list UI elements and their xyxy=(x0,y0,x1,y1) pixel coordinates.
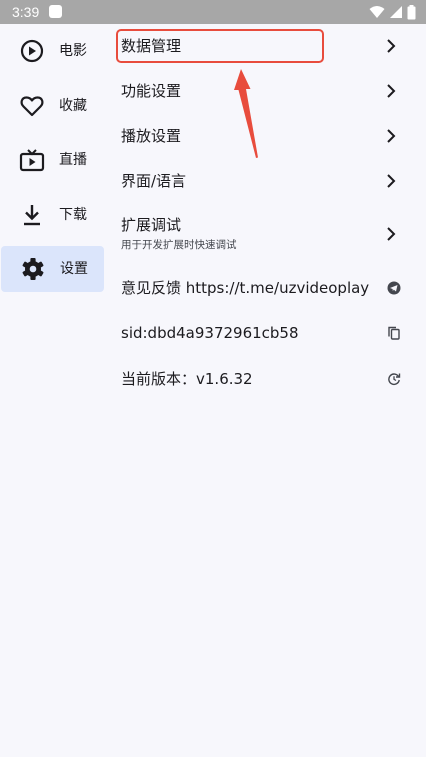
wifi-icon xyxy=(369,6,385,18)
navigation-rail: 电影 收藏 直播 下载 设置 xyxy=(0,24,104,757)
rail-item-live[interactable]: 直播 xyxy=(0,137,104,183)
chevron-right-icon xyxy=(387,227,396,241)
setting-title: sid:dbd4a9372961cb58 xyxy=(121,324,299,342)
rail-item-settings[interactable]: 设置 xyxy=(1,246,104,292)
setting-title: 功能设置 xyxy=(121,82,182,100)
rail-item-label: 电影 xyxy=(59,43,87,59)
setting-title: 扩展调试 xyxy=(121,216,182,234)
setting-sid[interactable]: sid:dbd4a9372961cb58 xyxy=(104,312,426,356)
setting-version[interactable]: 当前版本：v1.6.32 xyxy=(104,358,426,402)
copy-icon[interactable] xyxy=(387,326,401,340)
notification-icon xyxy=(49,5,62,18)
rail-item-label: 设置 xyxy=(60,261,88,277)
rail-item-favorites[interactable]: 收藏 xyxy=(0,83,104,129)
heart-icon xyxy=(20,96,44,117)
rail-item-label: 下载 xyxy=(59,207,87,223)
chevron-right-icon xyxy=(387,84,396,98)
annotation-highlight-box xyxy=(116,29,324,63)
chevron-right-icon xyxy=(387,129,396,143)
setting-ui-language[interactable]: 界面/语言 xyxy=(104,160,426,204)
setting-title: 播放设置 xyxy=(121,127,182,145)
signal-icon xyxy=(390,6,402,18)
download-icon xyxy=(24,205,40,226)
setting-function[interactable]: 功能设置 xyxy=(104,70,426,114)
gear-icon xyxy=(22,258,44,280)
refresh-clock-icon[interactable] xyxy=(387,372,401,386)
setting-subtitle: 用于开发扩展时快速调试 xyxy=(121,239,237,251)
chevron-right-icon xyxy=(387,39,396,53)
rail-item-label: 直播 xyxy=(59,152,87,168)
battery-icon xyxy=(407,4,416,19)
setting-title: 意见反馈 https://t.me/uzvideoplay xyxy=(121,279,370,297)
status-bar: 3:39 xyxy=(0,0,426,24)
tv-icon xyxy=(19,149,45,172)
system-icons xyxy=(369,4,416,20)
settings-list: 数据管理 功能设置 播放设置 界面/语言 扩展调试 用于开发扩展时快速调试 意见… xyxy=(104,24,426,757)
rail-item-downloads[interactable]: 下载 xyxy=(0,192,104,238)
rail-item-movies[interactable]: 电影 xyxy=(0,28,104,74)
rail-item-label: 收藏 xyxy=(59,98,87,114)
setting-title: 界面/语言 xyxy=(121,172,187,190)
play-circle-icon xyxy=(20,39,44,63)
chevron-right-icon xyxy=(387,174,396,188)
setting-title: 当前版本：v1.6.32 xyxy=(121,370,253,388)
telegram-icon xyxy=(387,281,401,295)
setting-playback[interactable]: 播放设置 xyxy=(104,115,426,159)
setting-extension-debug[interactable]: 扩展调试 用于开发扩展时快速调试 xyxy=(104,206,426,260)
status-time: 3:39 xyxy=(12,4,40,20)
setting-feedback[interactable]: 意见反馈 https://t.me/uzvideoplay xyxy=(104,266,426,310)
